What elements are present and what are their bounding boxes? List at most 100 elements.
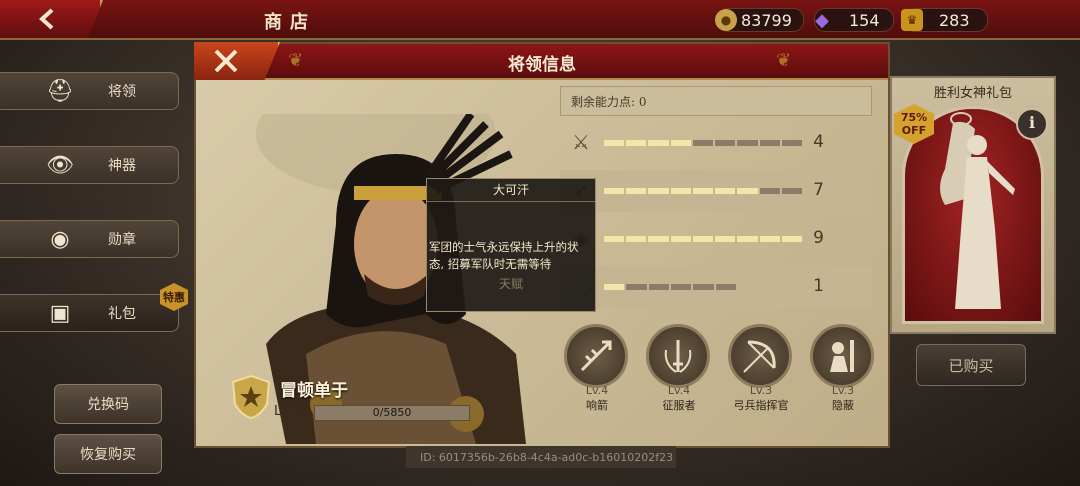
stat-bar [604, 188, 802, 194]
stat-segment [670, 284, 692, 290]
stat-segment [604, 140, 625, 146]
skill-concealment[interactable]: Lv.3 隐蔽 [808, 324, 878, 424]
stat-segment [759, 140, 780, 146]
gold-value: 83799 [741, 10, 792, 30]
xp-bar: 0/5850 [314, 405, 470, 421]
close-icon [214, 49, 238, 73]
stat-segment [670, 236, 691, 242]
stat-segment [604, 284, 625, 290]
hero-name: 冒顿单于 [280, 381, 348, 401]
gold-coin-icon: ● [715, 9, 737, 31]
stat-value: 4 [813, 132, 824, 152]
skill-level: Lv.3 [831, 384, 855, 397]
stat-segment [759, 236, 780, 242]
stat-segment [670, 188, 691, 194]
skill-name: 响箭 [586, 399, 608, 412]
stat-segment [781, 188, 802, 194]
stat-segment [648, 284, 669, 290]
xp-text: 0/5850 [372, 406, 412, 419]
bow-arrow-icon [728, 324, 792, 388]
stat-segment [737, 236, 758, 242]
stat-segment [648, 188, 669, 194]
eagle-medal-icon: ◉ [50, 226, 70, 252]
sword-laurel-icon [646, 324, 710, 388]
stat-segment [715, 236, 736, 242]
stat-bar [604, 284, 736, 290]
player-id: ID: 6017356b-26b8-4c4a-ad0c-b16010202f23 [406, 446, 676, 468]
redeem-code-button[interactable]: 兑换码 [54, 384, 162, 424]
skill-archer-commander[interactable]: Lv.3 弓兵指挥官 [726, 324, 796, 424]
page-title: 商店 [264, 12, 316, 33]
token-value: 283 [939, 10, 970, 30]
eye-of-horus-icon: 👁 [46, 152, 74, 178]
stat-segment [626, 140, 647, 146]
stat-segment [715, 284, 736, 290]
stat-segment [692, 188, 714, 194]
stat-segment [692, 140, 714, 146]
stat-segment [626, 236, 647, 242]
skill-whistling-arrow[interactable]: Lv.4 响箭 [562, 324, 632, 424]
stat-segment [737, 188, 758, 194]
sidebar-item-medals[interactable]: ◉ 勋章 [0, 220, 179, 258]
promo-title: 胜利女神礼包 [933, 86, 1012, 101]
stat-segment [781, 236, 802, 242]
sidebar-item-packs[interactable]: ▣ 礼包 特惠 [0, 283, 188, 332]
skill-level: Lv.3 [749, 384, 773, 397]
purchased-button[interactable]: 已购买 [916, 344, 1026, 386]
stat-value: 9 [813, 228, 824, 248]
hero-level: Lv.34 [274, 404, 309, 419]
sidebar-item-label: 神器 [108, 158, 136, 174]
stat-row-defense: ◈ 9 [560, 218, 872, 260]
top-bar: 商店 ● 83799 ◆ 154 ♛ 283 [0, 0, 1080, 40]
skill-name: 弓兵指挥官 [733, 399, 789, 412]
victory-statue-icon [940, 112, 1015, 309]
stat-segment [626, 284, 647, 290]
stat-segment [759, 188, 780, 194]
victory-goddess-pack[interactable]: 胜利女神礼包 75% OFF i [890, 76, 1056, 334]
dialog-title: 将领信息 [508, 55, 576, 75]
dialog-header: ❦ ❦ 将领信息 [194, 42, 888, 80]
skill-level: Lv.4 [585, 384, 609, 397]
info-button[interactable]: i [1016, 108, 1048, 140]
stat-segment [670, 140, 691, 146]
whistling-arrow-icon [564, 324, 628, 388]
skill-level: Lv.4 [667, 384, 691, 397]
stat-segment [692, 236, 714, 242]
stat-segment [715, 140, 736, 146]
stat-segment [781, 140, 802, 146]
stat-bar [604, 236, 802, 242]
treasure-chest-icon: ▣ [49, 300, 71, 326]
stat-segment [648, 236, 669, 242]
spartan-helmet-icon: ⛑ [46, 78, 74, 104]
special-offer-badge: 特惠 [160, 283, 188, 311]
skill-name: 征服者 [662, 399, 696, 412]
stat-value: 1 [813, 276, 824, 296]
stat-segment [693, 284, 714, 290]
skill-conqueror[interactable]: Lv.4 征服者 [644, 324, 714, 424]
back-button[interactable] [0, 0, 103, 38]
stat-row-navy: ⚓ 1 [560, 266, 872, 308]
hidden-soldier-icon [810, 324, 874, 388]
tooltip-title: 大可汗 [427, 179, 595, 202]
remaining-points: 剩余能力点: 0 [560, 86, 872, 116]
sidebar-item-label: 礼包 [108, 306, 136, 322]
tooltip-tag: 天赋 [498, 277, 523, 291]
stat-segment [604, 188, 625, 194]
sword-icon: ⚔ [572, 130, 590, 154]
gold-counter: ● 83799 [715, 8, 804, 32]
restore-purchase-button[interactable]: 恢复购买 [54, 434, 162, 474]
stat-segment [626, 188, 647, 194]
rank-shield-icon [231, 374, 271, 420]
stat-row-attack: ⚔ 4 [560, 122, 872, 164]
tooltip-text: 军团的士气永远保持上升的状态, 招募军队时无需等待 [429, 240, 579, 271]
sidebar-item-artifacts[interactable]: 👁 神器 [0, 146, 179, 184]
token-counter: ♛ 283 [901, 8, 988, 32]
sidebar-item-generals[interactable]: ⛑ 将领 [0, 72, 179, 110]
stat-row-ranged: ➶ 7 [560, 170, 872, 212]
sidebar-item-label: 将领 [108, 84, 136, 100]
back-arrow-icon [39, 8, 54, 30]
stat-segment [604, 236, 625, 242]
sidebar-item-label: 勋章 [108, 232, 136, 248]
stat-segment [715, 188, 736, 194]
stat-bar [604, 140, 802, 146]
